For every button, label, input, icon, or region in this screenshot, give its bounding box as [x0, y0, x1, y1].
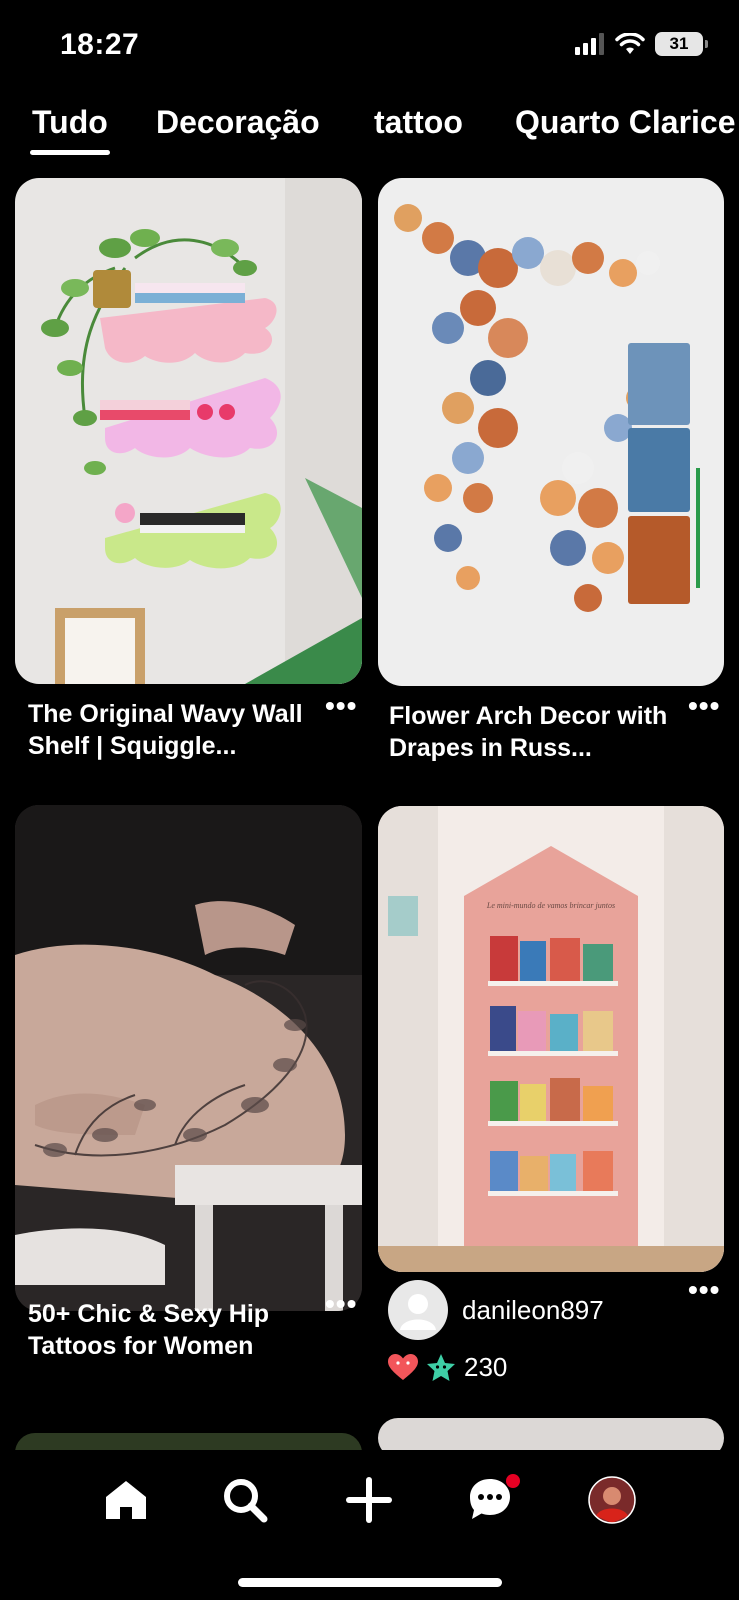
- clock: 18:27: [60, 28, 140, 61]
- pin-image-partial[interactable]: [378, 1418, 724, 1450]
- nav-search[interactable]: [215, 1470, 275, 1530]
- reaction-count: 230: [464, 1352, 508, 1382]
- more-options-icon[interactable]: •••: [325, 692, 357, 720]
- board-tabs: Tudo Decoração tattoo Quarto Clarice: [0, 100, 739, 160]
- wifi-icon: [615, 33, 645, 54]
- pin-image-partial[interactable]: [15, 1433, 362, 1450]
- pin-title[interactable]: 50+ Chic & Sexy Hip Tattoos for Women: [28, 1298, 318, 1362]
- notification-dot: [506, 1474, 520, 1488]
- more-options-icon[interactable]: •••: [325, 1290, 357, 1318]
- status-bar: 18:27 31: [0, 0, 739, 90]
- home-icon: [106, 1481, 146, 1519]
- reaction-summary[interactable]: 230: [388, 1352, 507, 1383]
- nav-profile[interactable]: [582, 1470, 642, 1530]
- pin-image-book-wall[interactable]: Le mini-mundo de vamos brincar juntos: [378, 806, 724, 1272]
- search-icon: [224, 1479, 268, 1523]
- battery-indicator: 31: [655, 32, 708, 56]
- pin-title[interactable]: The Original Wavy Wall Shelf | Squiggle.…: [28, 698, 318, 762]
- nav-messages[interactable]: [460, 1470, 520, 1530]
- pin-image-hip-tattoo[interactable]: [15, 805, 362, 1311]
- pin-image-wavy-shelf[interactable]: [15, 178, 362, 684]
- nav-create[interactable]: [339, 1470, 399, 1530]
- pin-title[interactable]: Flower Arch Decor with Drapes in Russ...: [389, 700, 679, 764]
- more-options-icon[interactable]: •••: [688, 1276, 720, 1304]
- pin-grid: The Original Wavy Wall Shelf | Squiggle.…: [0, 178, 739, 1450]
- tab-quarto-clarice[interactable]: Quarto Clarice: [515, 104, 736, 141]
- home-indicator: [238, 1578, 502, 1587]
- active-tab-indicator: [30, 150, 110, 155]
- creator-username: danileon897: [462, 1294, 604, 1325]
- profile-avatar: [588, 1476, 636, 1524]
- more-options-icon[interactable]: •••: [688, 692, 720, 720]
- plus-icon: [346, 1477, 392, 1523]
- tab-tudo[interactable]: Tudo: [32, 104, 108, 141]
- wall-quote: Le mini-mundo de vamos brincar juntos: [486, 901, 615, 910]
- nav-home[interactable]: [96, 1470, 156, 1530]
- default-avatar-icon: [388, 1280, 448, 1340]
- tab-decoracao[interactable]: Decoração: [156, 104, 320, 141]
- star-reaction-icon: [427, 1353, 455, 1381]
- heart-reaction-icon: [388, 1353, 418, 1380]
- pin-creator[interactable]: danileon897: [388, 1280, 604, 1340]
- status-icons: 31: [575, 32, 708, 56]
- signal-icon: [575, 33, 604, 55]
- tab-tattoo[interactable]: tattoo: [374, 104, 463, 141]
- pin-image-flower-arch[interactable]: [378, 178, 724, 686]
